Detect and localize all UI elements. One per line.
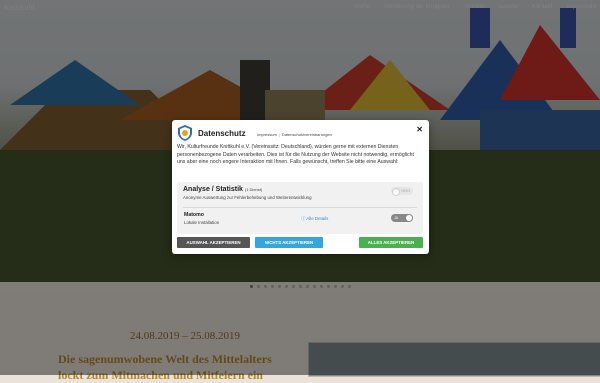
service-details-link[interactable]: ⓘ Alle Details xyxy=(301,216,328,222)
details-label: Alle Details xyxy=(306,216,329,221)
category-name: Analyse / Statistik xyxy=(183,186,243,193)
privacy-policy-link[interactable]: Datenschutzvereinbarungen xyxy=(282,132,332,137)
dialog-title: Datenschutz xyxy=(198,128,246,138)
toggle-knob xyxy=(406,215,412,221)
service-name: Matomo xyxy=(184,212,204,218)
divider xyxy=(183,207,417,208)
privacy-consent-dialog: Datenschutz Impressum | Datenschutzvereinb… xyxy=(172,120,429,254)
dialog-intro-text: Wir, Kulturfreunde Knittkuhl e.V. (Verei… xyxy=(177,144,414,166)
reject-all-button[interactable]: NICHTS AKZEPTIEREN xyxy=(255,237,323,248)
service-description: Lokale Installation xyxy=(184,220,220,225)
impressum-link[interactable]: Impressum xyxy=(257,132,277,137)
dialog-links: Impressum | Datenschutzvereinbarungen xyxy=(257,132,332,137)
consent-options: Analyse / Statistik (1 Dienst) Anonyme A… xyxy=(177,182,423,234)
dialog-header: Datenschutz xyxy=(178,125,246,141)
category-title: Analyse / Statistik (1 Dienst) xyxy=(183,186,262,193)
toggle-label: JA xyxy=(394,215,399,220)
category-description: Anonyme Auswertung zur Fehlerbehebung un… xyxy=(183,195,312,200)
shield-icon xyxy=(178,125,192,141)
service-toggle[interactable]: JA xyxy=(391,214,413,222)
category-count: (1 Dienst) xyxy=(244,187,263,192)
toggle-label: NEIN xyxy=(401,188,410,193)
accept-selection-button[interactable]: AUSWAHL AKZEPTIEREN xyxy=(177,237,250,248)
close-icon[interactable]: ✕ xyxy=(416,125,423,134)
accept-all-button[interactable]: ALLES AKZEPTIEREN xyxy=(359,237,423,248)
toggle-knob xyxy=(392,188,400,196)
category-toggle[interactable]: NEIN xyxy=(391,187,413,196)
